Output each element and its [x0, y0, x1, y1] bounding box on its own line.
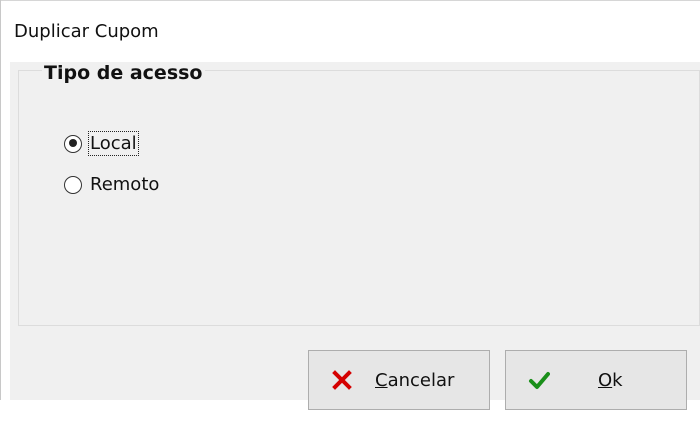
window-left-border [0, 0, 10, 400]
ok-button[interactable]: Ok [505, 350, 687, 410]
cancel-button-label: Cancelar [375, 370, 454, 391]
radio-unselected-icon[interactable] [64, 175, 82, 194]
checkmark-icon [529, 372, 550, 389]
cancel-mnemonic: C [375, 369, 388, 391]
ok-label-rest: k [612, 369, 623, 391]
title-bar: Duplicar Cupom [0, 0, 700, 62]
cancel-button[interactable]: Cancelar [308, 350, 490, 410]
ok-mnemonic: O [598, 369, 613, 391]
radio-local-label[interactable]: Local [88, 131, 139, 156]
radio-remoto[interactable]: Remoto [64, 174, 159, 195]
ok-button-label: Ok [598, 370, 623, 391]
access-type-groupbox [18, 70, 700, 326]
radio-selected-icon[interactable] [64, 134, 82, 153]
radio-remoto-label[interactable]: Remoto [90, 174, 159, 195]
dialog-window: Duplicar Cupom Tipo de acesso Local Remo… [0, 0, 700, 427]
group-title: Tipo de acesso [42, 62, 205, 84]
window-title: Duplicar Cupom [14, 21, 159, 42]
radio-local[interactable]: Local [64, 131, 139, 156]
cancel-label-rest: ancelar [387, 369, 455, 391]
close-x-icon [332, 370, 352, 390]
